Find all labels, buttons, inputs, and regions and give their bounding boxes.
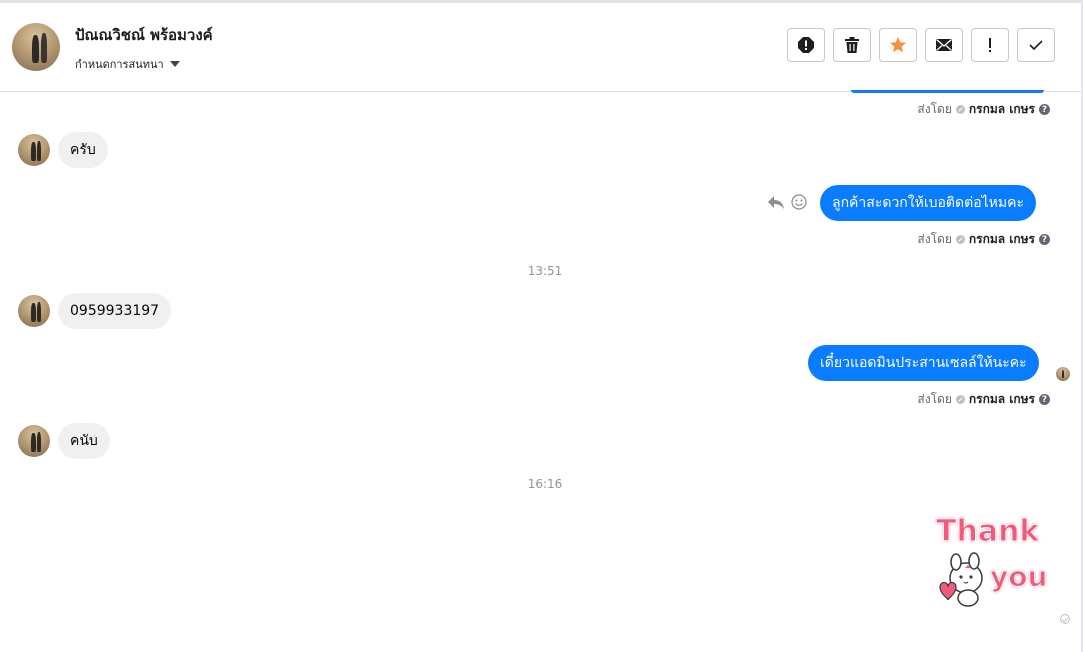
follow-up-icon bbox=[989, 38, 991, 52]
sent-by-agent: กรกมล เกษร bbox=[968, 392, 1035, 406]
contact-avatar[interactable] bbox=[18, 425, 50, 457]
contact-avatar[interactable] bbox=[18, 295, 50, 327]
timestamp: 16:16 bbox=[527, 477, 563, 491]
spam-icon bbox=[798, 37, 814, 53]
emoji-react-icon[interactable] bbox=[791, 194, 807, 210]
star-button[interactable] bbox=[879, 28, 917, 62]
contact-name[interactable]: ปัณณวิชณ์ พร้อมวงค์ bbox=[75, 23, 213, 47]
sent-by-agent: กรกมล เกษร bbox=[968, 232, 1035, 246]
caret-down-icon bbox=[169, 61, 180, 67]
seen-avatar bbox=[1056, 367, 1070, 381]
follow-up-button[interactable] bbox=[971, 28, 1009, 62]
mark-spam-button[interactable] bbox=[787, 28, 825, 62]
sent-indicator-icon bbox=[955, 395, 965, 404]
outgoing-message[interactable]: ลูกค้าสะดวกให้เบอติดต่อไหมคะ bbox=[820, 185, 1036, 221]
assign-conversation-dropdown[interactable]: กำหนดการสนทนา bbox=[75, 55, 180, 73]
conversation-header: ปัณณวิชณ์ พร้อมวงค์ กำหนดการสนทนา bbox=[0, 3, 1081, 92]
reply-icon[interactable] bbox=[767, 194, 785, 210]
delete-button[interactable] bbox=[833, 28, 871, 62]
incoming-message[interactable]: ครับ bbox=[58, 132, 108, 168]
sent-indicator-icon bbox=[955, 235, 965, 244]
delivered-status-icon bbox=[1060, 614, 1070, 624]
sent-by-line: ส่งโดย กรกมล เกษร ? bbox=[917, 390, 1050, 409]
help-icon[interactable]: ? bbox=[1039, 394, 1050, 405]
incoming-message-row: ครับ bbox=[18, 132, 108, 168]
previous-outgoing-bubble bbox=[851, 90, 1044, 93]
help-icon[interactable]: ? bbox=[1039, 104, 1050, 115]
outgoing-message[interactable]: เดี๋ยวแอดมินประสานเซลล์ให้นะคะ bbox=[808, 345, 1039, 381]
help-icon[interactable]: ? bbox=[1039, 234, 1050, 245]
sent-by-line: ส่งโดย กรกมล เกษร ? bbox=[917, 230, 1050, 249]
message-hover-tools bbox=[767, 194, 807, 210]
sent-by-line: ส่งโดย กรกมล เกษร ? bbox=[917, 100, 1050, 119]
thank-you-sticker[interactable]: Thank you bbox=[930, 514, 1052, 614]
trash-icon bbox=[845, 37, 859, 53]
sent-indicator-icon bbox=[955, 105, 965, 114]
done-icon bbox=[1029, 40, 1043, 51]
incoming-message-row: 0959933197 bbox=[18, 293, 172, 329]
header-actions bbox=[787, 28, 1055, 62]
sticker-text-thank: Thank bbox=[935, 514, 1040, 550]
sticker-text-you: you bbox=[989, 560, 1048, 594]
message-thread[interactable]: ส่งโดย กรกมล เกษร ? ครับ ลูกค้าสะดวกให้เ… bbox=[0, 90, 1081, 652]
contact-avatar[interactable] bbox=[18, 134, 50, 166]
sent-by-agent: กรกมล เกษร bbox=[968, 102, 1035, 116]
incoming-message-row: คนับ bbox=[18, 423, 110, 459]
incoming-message[interactable]: 0959933197 bbox=[58, 293, 172, 329]
mark-done-button[interactable] bbox=[1017, 28, 1055, 62]
contact-avatar[interactable] bbox=[12, 23, 60, 71]
mark-unread-button[interactable] bbox=[925, 28, 963, 62]
assign-conversation-label: กำหนดการสนทนา bbox=[75, 58, 164, 71]
star-icon bbox=[890, 37, 906, 53]
incoming-message[interactable]: คนับ bbox=[58, 423, 110, 459]
bunny-heart-illustration bbox=[939, 552, 983, 607]
envelope-icon bbox=[936, 38, 952, 51]
timestamp: 13:51 bbox=[527, 264, 563, 278]
